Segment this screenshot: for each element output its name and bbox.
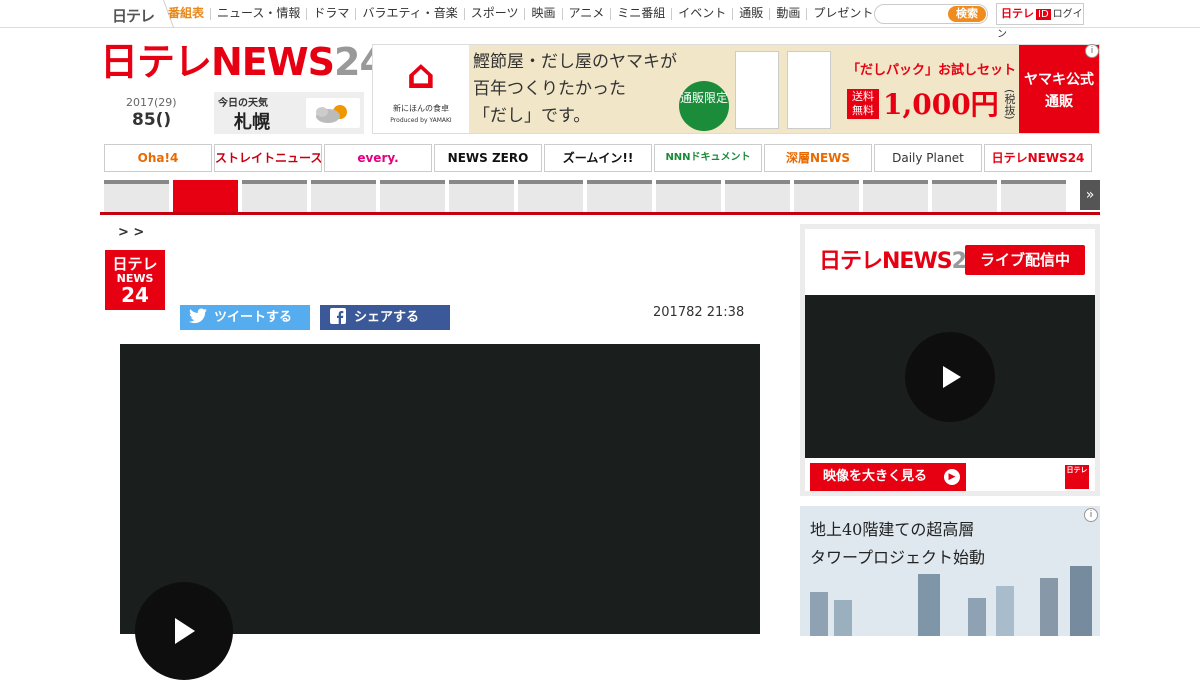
weather-title: 今日の天気	[218, 98, 268, 109]
building-image	[1070, 566, 1092, 636]
more-tabs-button[interactable]: »	[1080, 180, 1100, 210]
twitter-bird-icon	[188, 308, 208, 327]
live-badge[interactable]: ライブ配信中	[965, 245, 1085, 275]
category-tab[interactable]	[656, 180, 721, 212]
yamaki-brand-sub: Produced by YAMAKI	[390, 117, 452, 124]
building-image	[996, 586, 1014, 636]
nav-item-present[interactable]: プレゼント	[813, 6, 873, 20]
building-image	[834, 600, 852, 636]
program-news-zero[interactable]: NEWS ZERO	[434, 144, 542, 172]
nav-item-mini[interactable]: ミニ番組	[617, 6, 665, 20]
date-line: 2017(29)	[126, 96, 177, 109]
banner-tax: (税抜)	[1003, 89, 1016, 120]
nav-item-news[interactable]: ニュース・情報	[217, 6, 300, 20]
login-button[interactable]: 日テレ ID ログイン	[996, 3, 1084, 40]
category-tab[interactable]	[242, 180, 307, 212]
program-shinso-news[interactable]: 深層NEWS	[764, 144, 872, 172]
play-arrow-icon: ▶	[944, 469, 960, 485]
tweet-button[interactable]: ツイートする	[180, 305, 310, 330]
nav-item-shopping[interactable]: 通販	[739, 6, 763, 20]
cloud-sun-icon	[306, 98, 360, 128]
login-id-badge: ID	[1036, 9, 1051, 20]
live-video-player[interactable]	[805, 295, 1095, 458]
main-video-play-button[interactable]	[135, 582, 233, 680]
category-tab[interactable]	[794, 180, 859, 212]
mini-ntv-logo: 日テレ	[1065, 465, 1089, 489]
category-tab[interactable]	[1001, 180, 1066, 212]
program-oha4[interactable]: Oha!4	[104, 144, 212, 172]
nav-item-variety[interactable]: バラエティ・音楽	[362, 6, 457, 20]
program-straight-news[interactable]: ストレイトニュース	[214, 144, 322, 172]
building-image	[1040, 578, 1058, 636]
program-zoomin[interactable]: ズームイン!!	[544, 144, 652, 172]
top-navigation-bar: 日テレ 番組表 ニュース・情報 ドラマ バラエティ・音楽 スポーツ 映画 アニメ ミニ番組 イベ…	[0, 0, 1200, 40]
product-package-image	[787, 51, 831, 129]
program-logo-bar: Oha!4 ストレイトニュース every. NEWS ZERO ズームイン!!…	[104, 144, 1096, 172]
category-tab[interactable]	[380, 180, 445, 212]
category-tab[interactable]	[449, 180, 514, 212]
program-every[interactable]: every.	[324, 144, 432, 172]
nav-item-event[interactable]: イベント	[678, 6, 726, 20]
category-tab[interactable]	[932, 180, 997, 212]
program-nnn-document[interactable]: NNNドキュメント	[654, 144, 762, 172]
category-tab[interactable]	[104, 180, 169, 212]
category-tab[interactable]	[518, 180, 583, 212]
nav-item-drama[interactable]: ドラマ	[313, 6, 349, 20]
program-news24[interactable]: 日テレNEWS24	[984, 144, 1092, 172]
building-image	[918, 574, 940, 636]
banner-copy: 鰹節屋・だし屋のヤマキが 百年つくりたかった 「だし」です。	[473, 52, 677, 126]
top-nav-items: 番組表 ニュース・情報 ドラマ バラエティ・音楽 スポーツ 映画 アニメ ミニ番組 イベント 通販…	[168, 0, 873, 28]
facebook-share-button[interactable]: シェアする	[320, 305, 450, 330]
ad-info-icon[interactable]: i	[1085, 44, 1099, 58]
category-tab[interactable]	[587, 180, 652, 212]
banner-cta[interactable]: ヤマキ公式通販	[1019, 45, 1099, 133]
breadcrumb[interactable]: > >	[118, 225, 144, 240]
header-divider	[100, 212, 1100, 215]
product-package-image	[735, 51, 779, 129]
category-tabs	[104, 180, 1070, 212]
facebook-f-icon	[328, 308, 348, 327]
building-image	[810, 592, 828, 636]
nav-item-anime[interactable]: アニメ	[569, 6, 605, 20]
yamaki-mark-icon: ⌂	[406, 52, 436, 98]
category-tab-active[interactable]	[173, 180, 238, 212]
category-tab[interactable]	[863, 180, 928, 212]
nav-item-video[interactable]: 動画	[776, 6, 800, 20]
category-tab[interactable]	[311, 180, 376, 212]
weather-widget[interactable]: 今日の天気 札幌	[214, 92, 364, 134]
weather-city: 札幌	[234, 112, 270, 133]
banner-badge: 通販限定	[679, 81, 729, 131]
category-tab[interactable]	[725, 180, 790, 212]
ad2-copy: 地上40階建ての超高層 タワープロジェクト始動	[810, 520, 986, 567]
yamaki-banner-ad[interactable]: ⌂ 新にほんの食卓 Produced by YAMAKI 鰹節屋・だし屋のヤマキ…	[372, 44, 1100, 134]
channel-logo: 日テレ NEWS 24	[105, 250, 165, 310]
program-daily-planet[interactable]: Daily Planet	[874, 144, 982, 172]
view-large-button[interactable]: 映像を大きく見る ▶	[810, 463, 966, 491]
nav-item-sports[interactable]: スポーツ	[471, 6, 519, 20]
login-brand: 日テレ	[1001, 7, 1034, 20]
site-logo[interactable]: 日テレNEWS24	[100, 42, 386, 82]
yamaki-brand-text: 新にほんの食卓	[393, 104, 449, 113]
live-stream-widget: 日テレNEWS24 ライブ配信中 映像を大きく見る▶ 日テレ	[800, 224, 1100, 496]
ntv-brand-logo[interactable]: 日テレ	[112, 5, 155, 26]
banner-price: 1,000円	[883, 88, 999, 121]
banner-offer: 「だしパック」お試しセット	[847, 63, 1017, 78]
live-play-button[interactable]	[905, 332, 995, 422]
tower-project-ad[interactable]: 地上40階建ての超高層 タワープロジェクト始動 i	[800, 506, 1100, 636]
article-timestamp: 201782 21:38	[653, 305, 745, 320]
ad-info-icon[interactable]: i	[1084, 508, 1098, 522]
date-big: 85()	[132, 110, 172, 130]
search-button[interactable]: 検索	[948, 6, 986, 22]
nav-item-movie[interactable]: 映画	[531, 6, 555, 20]
live-widget-logo: 日テレNEWS24	[819, 249, 981, 274]
yamaki-logo: ⌂ 新にほんの食卓 Produced by YAMAKI	[373, 45, 469, 133]
nav-item-bangumihyo[interactable]: 番組表	[168, 6, 204, 20]
banner-price-tag: 送料無料	[847, 89, 879, 119]
building-image	[968, 598, 986, 636]
